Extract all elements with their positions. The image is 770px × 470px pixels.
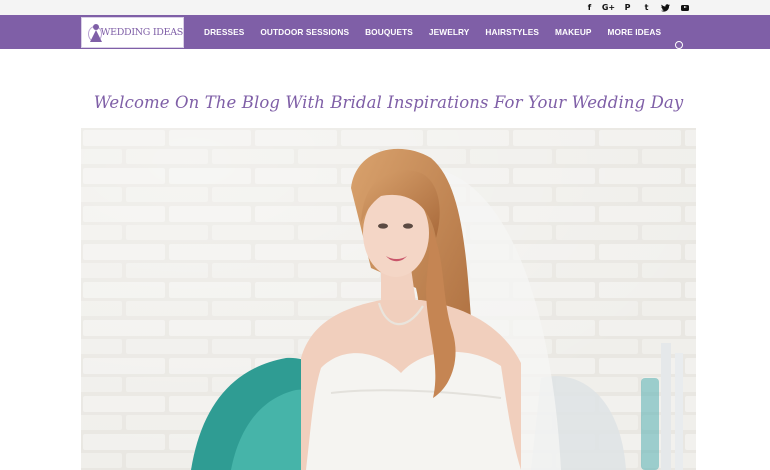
top-bar: f G+ P t [0,0,770,15]
twitter-icon[interactable] [656,0,675,15]
bride-photo [81,128,696,470]
hero-image[interactable] [81,128,696,470]
nav-item-outdoor-sessions[interactable]: OUTDOOR SESSIONS [252,27,357,37]
social-links: f G+ P t [580,0,694,15]
nav-item-more-ideas[interactable]: MORE IDEAS [600,27,670,37]
pinterest-icon[interactable]: P [618,0,637,15]
search-icon[interactable] [675,41,687,54]
nav-item-makeup[interactable]: MAKEUP [547,27,600,37]
nav-item-jewelry[interactable]: JEWELRY [421,27,478,37]
youtube-icon[interactable] [681,4,689,11]
nav-item-hairstyles[interactable]: HAIRSTYLES [477,27,547,37]
main-menu: DRESSES OUTDOOR SESSIONS BOUQUETS JEWELR… [196,15,669,49]
nav-item-dresses[interactable]: DRESSES [196,27,252,37]
bride-logo-icon [88,23,102,43]
site-logo[interactable]: WEDDING IDEAS [81,17,184,48]
tumblr-icon[interactable]: t [637,0,656,15]
logo-text: WEDDING IDEAS [100,27,184,38]
nav-item-bouquets[interactable]: BOUQUETS [357,27,421,37]
facebook-icon[interactable]: f [580,0,599,15]
google-plus-icon[interactable]: G+ [599,0,618,15]
page-title: Welcome On The Blog With Bridal Inspirat… [93,93,684,112]
